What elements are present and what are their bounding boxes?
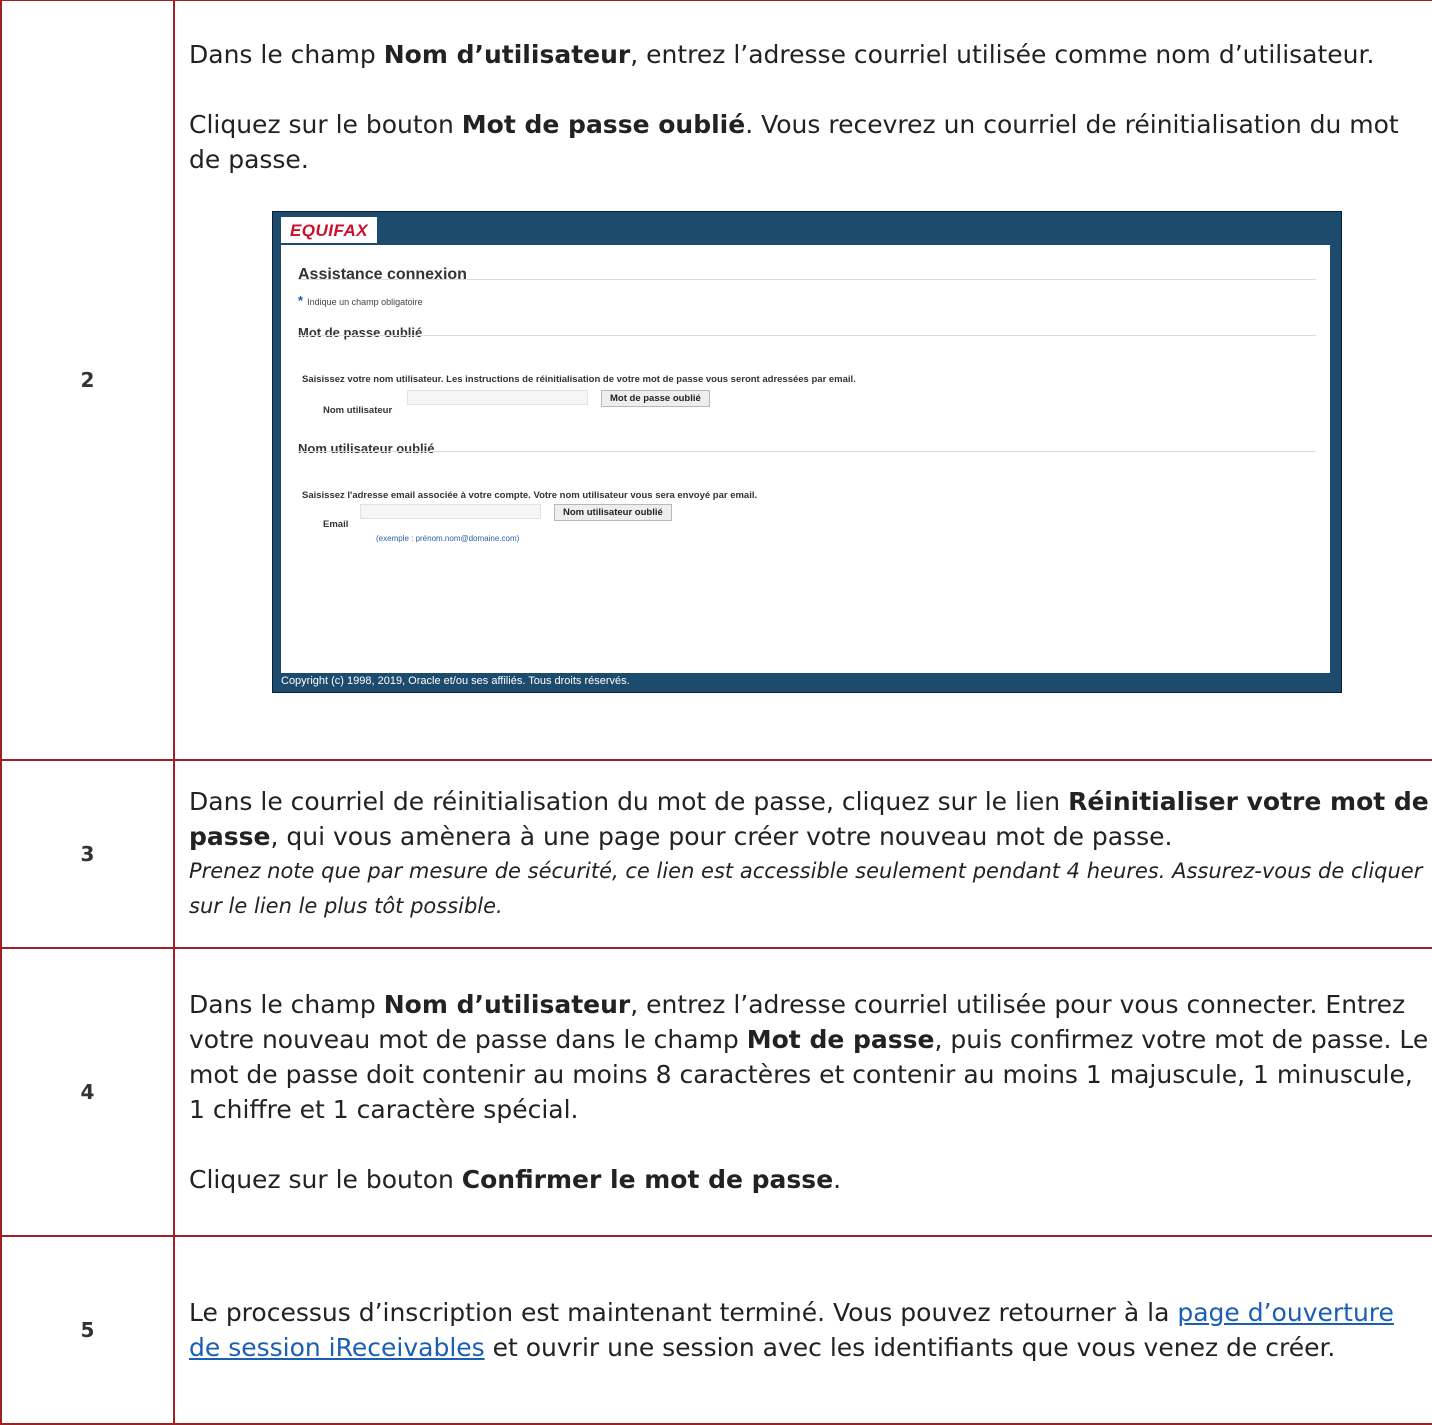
text: . xyxy=(833,1165,842,1194)
step-paragraph: Cliquez sur le bouton Confirmer le mot d… xyxy=(189,1162,1432,1197)
step-number: 4 xyxy=(0,947,175,1237)
text: Cliquez sur le bouton xyxy=(189,1165,462,1194)
divider xyxy=(298,279,1316,280)
security-note: Prenez note que par mesure de sécurité, … xyxy=(189,859,1423,918)
text: Dans le champ xyxy=(189,990,384,1019)
required-text: Indique un champ obligatoire xyxy=(307,297,423,307)
step-content: Dans le champ Nom d’utilisateur, entrez … xyxy=(173,947,1432,1237)
step-row-5: 5 Le processus d’inscription est mainten… xyxy=(0,1235,1432,1425)
text: Le processus d’inscription est maintenan… xyxy=(189,1298,1178,1327)
step-paragraph: Dans le courriel de réinitialisation du … xyxy=(189,784,1432,854)
steps-table: 2 Dans le champ Nom d’utilisateur, entre… xyxy=(0,0,1432,1425)
step-row-3: 3 Dans le courriel de réinitialisation d… xyxy=(0,759,1432,949)
email-label: Email xyxy=(323,519,349,530)
copyright: Copyright (c) 1998, 2019, Oracle et/ou s… xyxy=(281,675,630,687)
email-hint: (exemple : prénom.nom@domaine.com) xyxy=(376,534,520,543)
text: , qui vous amènera à une page pour créer… xyxy=(270,822,1173,851)
bold-term: Mot de passe xyxy=(746,1025,935,1054)
forgot-password-button[interactable]: Mot de passe oublié xyxy=(601,390,710,407)
bold-term: Confirmer le mot de passe xyxy=(461,1165,834,1194)
step-number: 5 xyxy=(0,1235,175,1425)
logo-text: EQUIFAX xyxy=(289,220,369,240)
required-star: * xyxy=(298,293,304,308)
step-paragraph: Cliquez sur le bouton Mot de passe oubli… xyxy=(189,107,1432,177)
embedded-screenshot: EQUIFAX Assistance connexion * Indique un… xyxy=(272,211,1342,693)
forgot-username-button[interactable]: Nom utilisateur oublié xyxy=(554,504,672,521)
divider xyxy=(298,335,1316,336)
step-content: Dans le courriel de réinitialisation du … xyxy=(173,759,1432,949)
step-paragraph: Dans le champ Nom d’utilisateur, entrez … xyxy=(189,987,1432,1127)
bold-term: Nom d’utilisateur xyxy=(383,40,631,69)
step-number: 3 xyxy=(0,759,175,949)
step-number: 2 xyxy=(0,0,175,761)
email-input[interactable] xyxy=(360,504,541,519)
text: Dans le champ xyxy=(189,40,384,69)
step-content: Dans le champ Nom d’utilisateur, entrez … xyxy=(173,0,1432,761)
forgot-password-heading: Mot de passe oublié xyxy=(298,325,423,340)
step-paragraph: Dans le champ Nom d’utilisateur, entrez … xyxy=(189,37,1432,72)
text: et ouvrir une session avec les identifia… xyxy=(484,1333,1336,1362)
username-label: Nom utilisateur xyxy=(323,405,393,416)
equifax-logo: EQUIFAX xyxy=(281,217,377,243)
divider xyxy=(298,451,1316,452)
step-paragraph: Le processus d’inscription est maintenan… xyxy=(189,1295,1432,1365)
step-row-2: 2 Dans le champ Nom d’utilisateur, entre… xyxy=(0,0,1432,761)
step-row-4: 4 Dans le champ Nom d’utilisateur, entre… xyxy=(0,947,1432,1237)
username-input[interactable] xyxy=(407,390,588,405)
text: Cliquez sur le bouton xyxy=(189,110,462,139)
login-assistance-panel: Assistance connexion * Indique un champ o… xyxy=(281,245,1330,673)
forgot-username-heading: Nom utilisateur oublié xyxy=(298,441,435,456)
step-content: Le processus d’inscription est maintenan… xyxy=(173,1235,1432,1425)
text: Dans le courriel de réinitialisation du … xyxy=(189,787,1069,816)
text: , entrez l’adresse courriel utilisée com… xyxy=(630,40,1375,69)
bold-term: Mot de passe oublié xyxy=(461,110,746,139)
bold-term: Nom d’utilisateur xyxy=(383,990,631,1019)
